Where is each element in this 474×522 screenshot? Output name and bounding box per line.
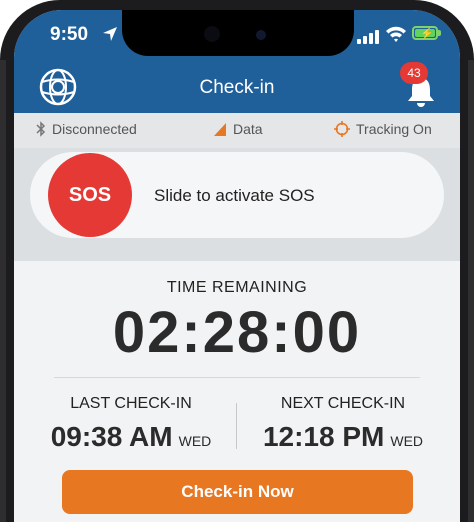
time-remaining-label: TIME REMAINING (166, 279, 308, 296)
notification-badge: 43 (400, 62, 428, 84)
last-checkin-time: 09:38 AM WED (26, 421, 236, 453)
next-checkin-day: WED (390, 433, 424, 449)
page-title: Check-in (199, 77, 275, 98)
battery-tip (438, 30, 441, 36)
app-screen: 9:50 ⚡ Check-in 43 Disconnected Data Tra… (14, 10, 460, 522)
divider (54, 377, 420, 378)
data-signal-icon (214, 122, 226, 136)
tracking-crosshair-icon (334, 121, 350, 137)
location-arrow-icon (103, 27, 117, 41)
last-checkin-day: WED (178, 433, 212, 449)
checkin-divider (236, 403, 237, 449)
sos-panel: SOS Slide to activate SOS (14, 148, 460, 261)
camera-lens (256, 30, 266, 40)
status-time: 9:50 (50, 24, 89, 45)
phone-edge-right (468, 60, 474, 522)
data-status-label: Data (233, 121, 263, 137)
phone-frame: 9:50 ⚡ Check-in 43 Disconnected Data Tra… (0, 0, 474, 522)
next-checkin-time: 12:18 PM WED (238, 421, 448, 453)
checkin-now-button[interactable]: Check-in Now (62, 470, 413, 514)
camera-sensor (204, 26, 220, 42)
tracking-status-label: Tracking On (356, 121, 432, 137)
next-checkin-time-value: 12:18 PM (262, 421, 385, 452)
bluetooth-icon (36, 121, 46, 137)
next-checkin-label: NEXT CHECK-IN (280, 395, 406, 412)
time-remaining-value: 02:28:00 (112, 300, 362, 365)
phone-edge-left (0, 60, 6, 522)
camera-notch (122, 10, 354, 56)
bluetooth-status-label: Disconnected (52, 121, 137, 137)
connection-status-bar: Disconnected Data Tracking On (14, 113, 460, 149)
data-status: Data (214, 121, 263, 137)
sos-slider-track[interactable]: SOS Slide to activate SOS (30, 152, 444, 238)
app-header: 9:50 ⚡ Check-in 43 (14, 10, 460, 113)
battery-icon: ⚡ (412, 26, 438, 40)
wifi-icon (386, 26, 406, 42)
tracking-status: Tracking On (334, 121, 432, 137)
checkin-main-panel: TIME REMAINING 02:28:00 LAST CHECK-IN 09… (14, 261, 460, 522)
last-checkin-label: LAST CHECK-IN (70, 395, 192, 412)
sos-slide-label: Slide to activate SOS (154, 186, 315, 205)
last-checkin-time-value: 09:38 AM (50, 421, 173, 452)
bluetooth-status: Disconnected (36, 121, 137, 137)
cellular-signal-icon (357, 28, 379, 44)
sos-slider-button[interactable]: SOS (48, 153, 132, 237)
